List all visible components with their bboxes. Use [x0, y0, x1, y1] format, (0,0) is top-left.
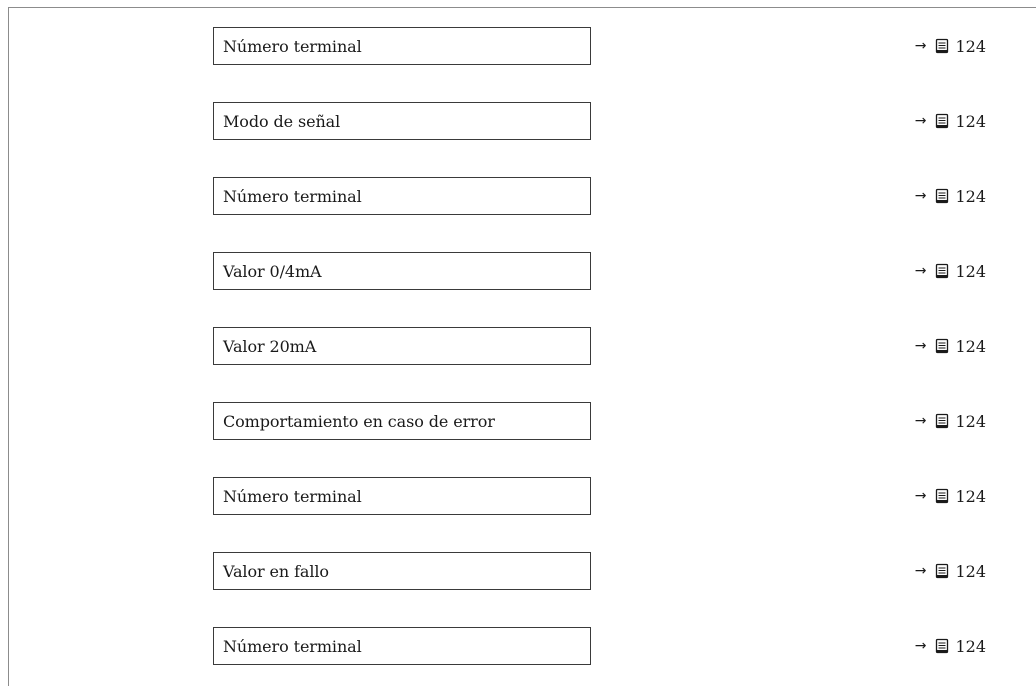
page-reference[interactable]: → 124 — [915, 402, 986, 440]
page-number: 124 — [955, 561, 986, 581]
parameter-box[interactable]: Número terminal — [213, 177, 591, 215]
book-icon — [936, 638, 949, 654]
parameter-row: Número terminal → 124 — [0, 627, 1036, 667]
book-icon — [936, 563, 949, 579]
parameter-box[interactable]: Número terminal — [213, 627, 591, 665]
book-icon — [936, 413, 949, 429]
page-number: 124 — [955, 336, 986, 356]
page-reference[interactable]: → 124 — [915, 552, 986, 590]
parameter-row: Modo de señal → 124 — [0, 102, 1036, 142]
parameter-box[interactable]: Comportamiento en caso de error — [213, 402, 591, 440]
page-reference[interactable]: → 124 — [915, 27, 986, 65]
arrow-icon: → — [914, 188, 927, 204]
parameter-box[interactable]: Valor 0/4mA — [213, 252, 591, 290]
book-icon — [936, 263, 949, 279]
parameter-box[interactable]: Valor 20mA — [213, 327, 591, 365]
page-number: 124 — [955, 486, 986, 506]
page-number: 124 — [955, 36, 986, 56]
page-number: 124 — [955, 111, 986, 131]
parameter-box[interactable]: Número terminal — [213, 477, 591, 515]
page-number: 124 — [955, 411, 986, 431]
arrow-icon: → — [914, 413, 927, 429]
parameter-row: Número terminal → 124 — [0, 177, 1036, 217]
arrow-icon: → — [914, 488, 927, 504]
parameter-row: Número terminal → 124 — [0, 27, 1036, 67]
parameter-box[interactable]: Valor en fallo — [213, 552, 591, 590]
frame-top-border — [8, 7, 1036, 8]
arrow-icon: → — [914, 563, 927, 579]
page-number: 124 — [955, 636, 986, 656]
page-number: 124 — [955, 261, 986, 281]
parameter-row: Valor 20mA → 124 — [0, 327, 1036, 367]
arrow-icon: → — [914, 263, 927, 279]
arrow-icon: → — [914, 113, 927, 129]
page-reference[interactable]: → 124 — [915, 177, 986, 215]
parameter-box[interactable]: Modo de señal — [213, 102, 591, 140]
book-icon — [936, 488, 949, 504]
book-icon — [936, 38, 949, 54]
page-reference[interactable]: → 124 — [915, 252, 986, 290]
parameter-row: Número terminal → 124 — [0, 477, 1036, 517]
book-icon — [936, 113, 949, 129]
parameter-row: Comportamiento en caso de error → 124 — [0, 402, 1036, 442]
parameter-row: Valor en fallo → 124 — [0, 552, 1036, 592]
page-number: 124 — [955, 186, 986, 206]
book-icon — [936, 338, 949, 354]
parameter-box[interactable]: Número terminal — [213, 27, 591, 65]
book-icon — [936, 188, 949, 204]
arrow-icon: → — [914, 638, 927, 654]
page-reference[interactable]: → 124 — [915, 327, 986, 365]
parameter-row: Valor 0/4mA → 124 — [0, 252, 1036, 292]
page-reference[interactable]: → 124 — [915, 477, 986, 515]
page-reference[interactable]: → 124 — [915, 627, 986, 665]
page-reference[interactable]: → 124 — [915, 102, 986, 140]
arrow-icon: → — [914, 338, 927, 354]
arrow-icon: → — [914, 38, 927, 54]
